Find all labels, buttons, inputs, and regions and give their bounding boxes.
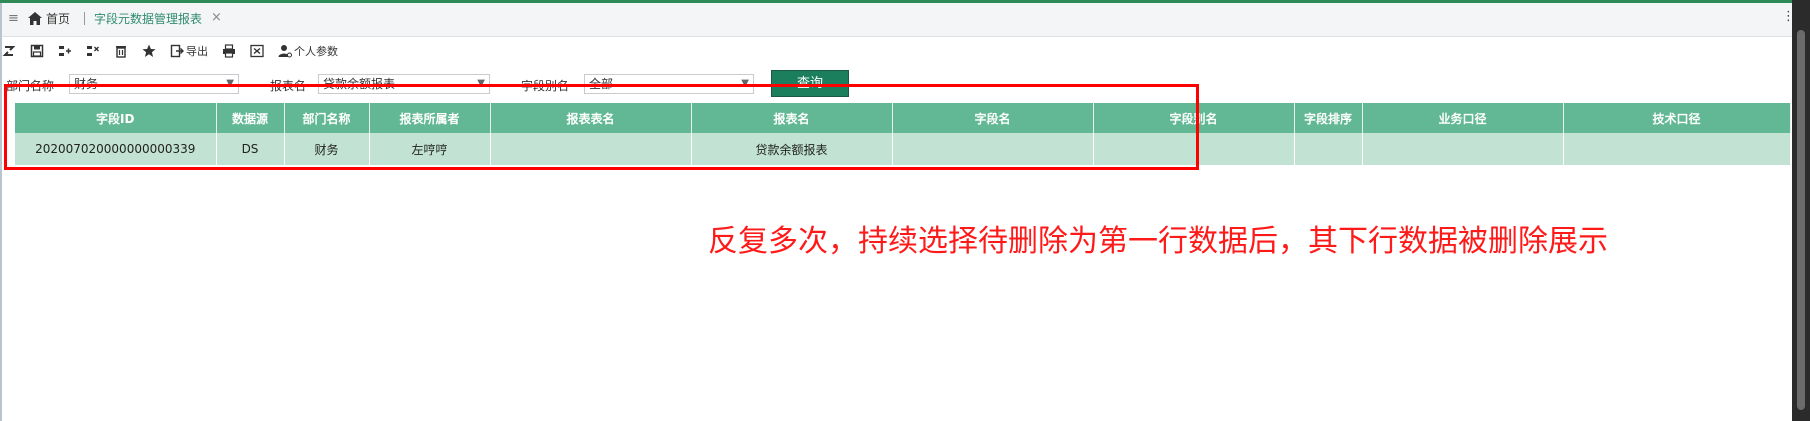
save-button[interactable] [30,44,44,58]
delete-row-icon [87,46,99,56]
tab-report[interactable]: 字段元数据管理报表 [94,10,202,27]
annotation-text: 反复多次，持续选择待删除为第一行数据后，其下行数据被删除展示 [708,224,1608,259]
star-icon [142,44,156,57]
column-header[interactable]: 技术口径 [1563,103,1791,133]
person-settings-icon [278,45,292,58]
print-icon [223,44,235,58]
highlight-box [4,84,1199,170]
table-cell[interactable] [1563,133,1791,165]
close-tab-icon[interactable]: × [211,10,222,25]
add-row-icon [59,46,71,56]
home-icon [28,12,42,25]
home-tab-label: 首页 [46,12,71,26]
column-header[interactable]: 业务口径 [1362,103,1564,133]
trash-icon [116,46,126,58]
tab-home[interactable]: 首页 [28,10,70,27]
table-cell[interactable] [1294,133,1363,165]
tab-bar: ≡ 首页 字段元数据管理报表 × [2,3,1792,37]
export-icon [170,44,184,58]
left-border [0,3,2,421]
excel-icon [250,44,264,58]
add-row-button[interactable] [58,44,72,58]
toolbar: 导出 个人参数 [2,37,352,65]
refresh-button[interactable] [2,44,16,58]
tab-separator [84,12,85,25]
menu-icon[interactable]: ≡ [8,11,19,26]
personal-settings-label: 个人参数 [294,45,338,58]
favorite-button[interactable] [142,44,156,58]
print-button[interactable] [222,44,236,58]
personal-settings-button[interactable]: 个人参数 [278,43,338,59]
column-header[interactable]: 字段排序 [1294,103,1363,133]
scrollbar-thumb[interactable] [1797,30,1805,410]
export-label: 导出 [186,45,208,58]
delete-row-button[interactable] [86,44,100,58]
excel-button[interactable] [250,44,264,58]
save-icon [30,44,44,58]
vertical-scrollbar[interactable] [1792,0,1810,421]
export-button[interactable]: 导出 [170,43,208,59]
trash-button[interactable] [114,44,128,58]
table-cell[interactable] [1362,133,1564,165]
refresh-icon [2,46,16,56]
